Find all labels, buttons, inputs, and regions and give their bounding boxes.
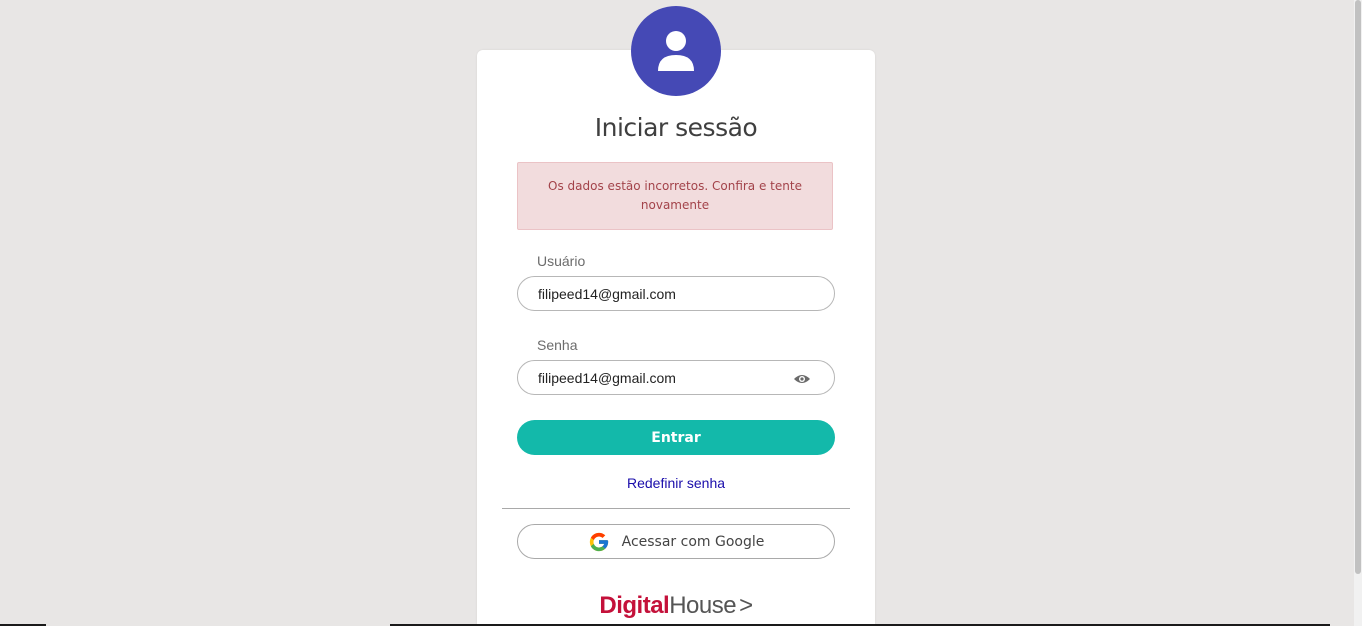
google-login-button[interactable]: Acessar com Google (517, 524, 835, 559)
brand-name-part1: Digital (599, 592, 670, 619)
error-alert: Os dados estão incorretos. Confira e ten… (517, 162, 833, 230)
scrollbar[interactable] (1354, 0, 1362, 626)
scrollbar-thumb[interactable] (1355, 0, 1361, 574)
brand-name-part2: House (669, 592, 737, 619)
google-button-label: Acessar com Google (621, 533, 765, 550)
reset-password-link[interactable]: Redefinir senha (477, 475, 875, 491)
eye-icon[interactable] (793, 372, 811, 386)
brand-arrow: > (739, 592, 753, 619)
user-input[interactable] (517, 276, 835, 311)
avatar (631, 6, 721, 96)
error-message: Os dados estão incorretos. Confira e ten… (548, 179, 802, 212)
password-label: Senha (537, 337, 578, 353)
page: Iniciar sessão Os dados estão incorretos… (0, 0, 1362, 626)
submit-button[interactable]: Entrar (517, 420, 835, 455)
user-label: Usuário (537, 253, 586, 269)
google-logo-icon (589, 532, 608, 551)
divider (502, 508, 850, 509)
user-icon (658, 31, 694, 71)
page-title: Iniciar sessão (594, 113, 758, 142)
password-input[interactable] (517, 360, 835, 395)
brand-logo: DigitalHouse > (477, 592, 875, 620)
